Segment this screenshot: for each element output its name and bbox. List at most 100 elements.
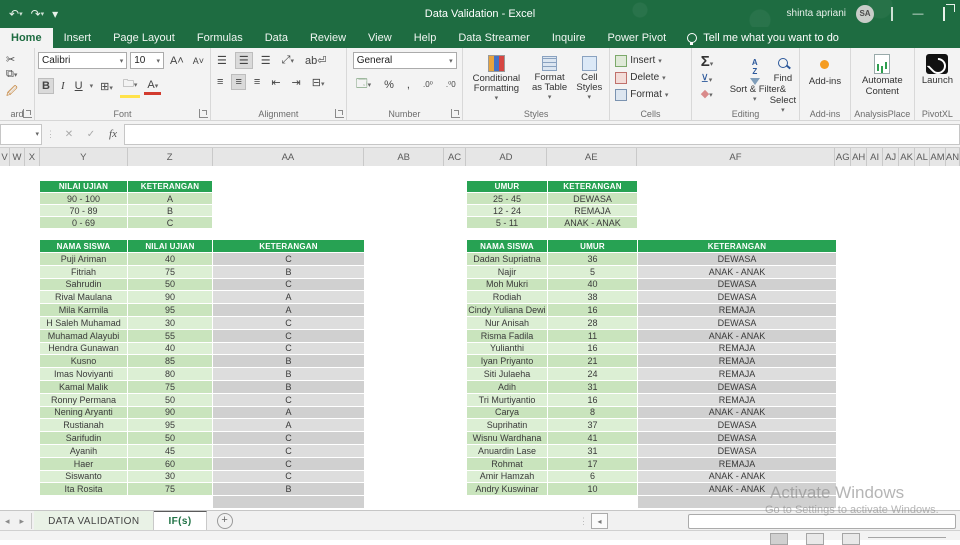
delete-cells-button[interactable]: Delete ▾ (613, 69, 687, 86)
cell[interactable]: DEWASA (638, 291, 837, 305)
column-header-Y[interactable]: Y (40, 148, 128, 166)
cell[interactable]: C (213, 278, 365, 292)
cell[interactable]: Risma Fadila (467, 329, 548, 343)
cell[interactable]: 50 (128, 278, 213, 292)
cell[interactable]: Hendra Gunawan (40, 342, 128, 356)
redo-icon[interactable]: ↷▾ (28, 7, 48, 21)
cell[interactable]: 41 (548, 432, 638, 445)
cell[interactable]: DEWASA (638, 278, 837, 292)
cell[interactable]: 30 (128, 316, 213, 330)
cell[interactable]: Ronny Permana (40, 393, 128, 407)
cell[interactable]: Andry Kuswinar (467, 483, 548, 497)
number-dialog-launcher[interactable] (450, 109, 460, 118)
column-header-W[interactable]: W (10, 148, 25, 166)
column-header-Z[interactable]: Z (128, 148, 213, 166)
cell[interactable]: 31 (548, 444, 638, 458)
insert-cells-button[interactable]: Insert ▾ (613, 52, 687, 69)
conditional-formatting-button[interactable]: Conditional Formatting ▾ (466, 53, 527, 106)
cell[interactable]: ANAK - ANAK (638, 265, 837, 279)
cell[interactable]: Wisnu Wardhana (467, 432, 548, 445)
scroll-left-icon[interactable]: ◂ (591, 513, 608, 529)
tell-me-search[interactable]: Tell me what you want to do (677, 28, 849, 48)
cell[interactable]: Nur Anisah (467, 316, 548, 330)
cell[interactable] (213, 496, 365, 510)
cell[interactable]: 16 (548, 304, 638, 317)
cell[interactable]: Dadan Supriatna (467, 253, 548, 266)
increase-indent-icon[interactable]: ⇥ (289, 75, 304, 90)
confirm-entry-icon[interactable]: ✓ (80, 129, 102, 140)
align-top-icon[interactable]: ☰ (214, 53, 230, 68)
fill-icon[interactable]: ⊻▾ (698, 71, 717, 86)
font-size-select[interactable]: 10 ▾ (130, 52, 165, 69)
underline-button[interactable]: U (72, 79, 86, 93)
sheet-tab-if-s-[interactable]: IF(s) (154, 511, 207, 531)
clear-icon[interactable]: ◆▾ (698, 86, 717, 101)
cell[interactable]: A (128, 193, 213, 205)
cell-styles-button[interactable]: Cell Styles ▾ (572, 54, 606, 105)
cell[interactable]: Rustianah (40, 419, 128, 433)
percent-style-icon[interactable]: % (381, 78, 397, 92)
align-center-icon[interactable]: ≡ (231, 74, 246, 90)
cell[interactable]: Najir (467, 265, 548, 279)
column-header-AK[interactable]: AK (899, 148, 916, 166)
cell[interactable]: C (213, 329, 365, 343)
column-header-AI[interactable]: AI (867, 148, 884, 166)
ribbon-tab-page-layout[interactable]: Page Layout (102, 28, 186, 48)
column-header-AG[interactable]: AG (835, 148, 852, 166)
cell[interactable]: Rival Maulana (40, 291, 128, 305)
horizontal-scrollbar[interactable] (612, 513, 960, 529)
header-cell[interactable]: UMUR (467, 181, 548, 193)
launch-button[interactable]: Launch (918, 52, 957, 89)
column-header-X[interactable]: X (25, 148, 40, 166)
cell[interactable]: B (213, 355, 365, 369)
cell[interactable]: 85 (128, 355, 213, 369)
increase-decimal-icon[interactable]: .0⁰ (420, 79, 436, 90)
align-bottom-icon[interactable]: ☰ (258, 53, 274, 68)
cell[interactable]: DEWASA (638, 432, 837, 445)
formula-input[interactable] (124, 123, 960, 145)
cell[interactable]: Suprihatin (467, 419, 548, 433)
cell[interactable]: B (213, 265, 365, 279)
column-header-AB[interactable]: AB (364, 148, 445, 166)
cell[interactable]: C (213, 342, 365, 356)
cell[interactable]: 0 - 69 (40, 217, 128, 229)
cell[interactable]: REMAJA (638, 342, 837, 356)
cell[interactable]: Muhamad Alayubi (40, 329, 128, 343)
cell[interactable]: 11 (548, 329, 638, 343)
cell[interactable]: 25 - 45 (467, 193, 548, 205)
italic-button[interactable]: I (58, 79, 68, 93)
font-dialog-launcher[interactable] (199, 109, 209, 118)
cell[interactable]: Sarifudin (40, 432, 128, 445)
ribbon-tab-view[interactable]: View (357, 28, 403, 48)
cell[interactable]: 90 - 100 (40, 193, 128, 205)
cell[interactable]: 21 (548, 355, 638, 369)
automate-content-button[interactable]: Automate Content (854, 52, 911, 100)
cell[interactable]: A (213, 419, 365, 433)
header-cell[interactable]: KETERANGAN (548, 181, 638, 193)
cell[interactable]: Haer (40, 457, 128, 471)
cell[interactable]: 31 (548, 380, 638, 394)
ribbon-tab-help[interactable]: Help (403, 28, 448, 48)
cell[interactable]: 60 (128, 457, 213, 471)
cell[interactable]: C (213, 432, 365, 445)
customize-qat-icon[interactable]: ▾ (49, 7, 61, 21)
header-cell[interactable]: KETERANGAN (638, 240, 837, 253)
cell[interactable] (638, 496, 837, 510)
cell[interactable]: ANAK - ANAK (638, 406, 837, 420)
cell[interactable]: B (213, 483, 365, 497)
cell[interactable]: Iyan Priyanto (467, 355, 548, 369)
minimize-icon[interactable]: — (910, 8, 926, 20)
normal-view-icon[interactable] (770, 533, 788, 545)
column-header-AE[interactable]: AE (547, 148, 637, 166)
cell[interactable]: Ita Rosita (40, 483, 128, 497)
format-as-table-button[interactable]: Format as Table ▾ (527, 54, 573, 105)
cell[interactable]: 40 (128, 253, 213, 266)
cell[interactable]: Amir Hamzah (467, 470, 548, 484)
cell[interactable]: REMAJA (638, 393, 837, 407)
cell[interactable]: Mila Karmila (40, 304, 128, 317)
cell[interactable]: 50 (128, 393, 213, 407)
cell[interactable]: 75 (128, 380, 213, 394)
ribbon-tab-insert[interactable]: Insert (53, 28, 103, 48)
cell[interactable]: Rodiah (467, 291, 548, 305)
cell[interactable]: 40 (128, 342, 213, 356)
